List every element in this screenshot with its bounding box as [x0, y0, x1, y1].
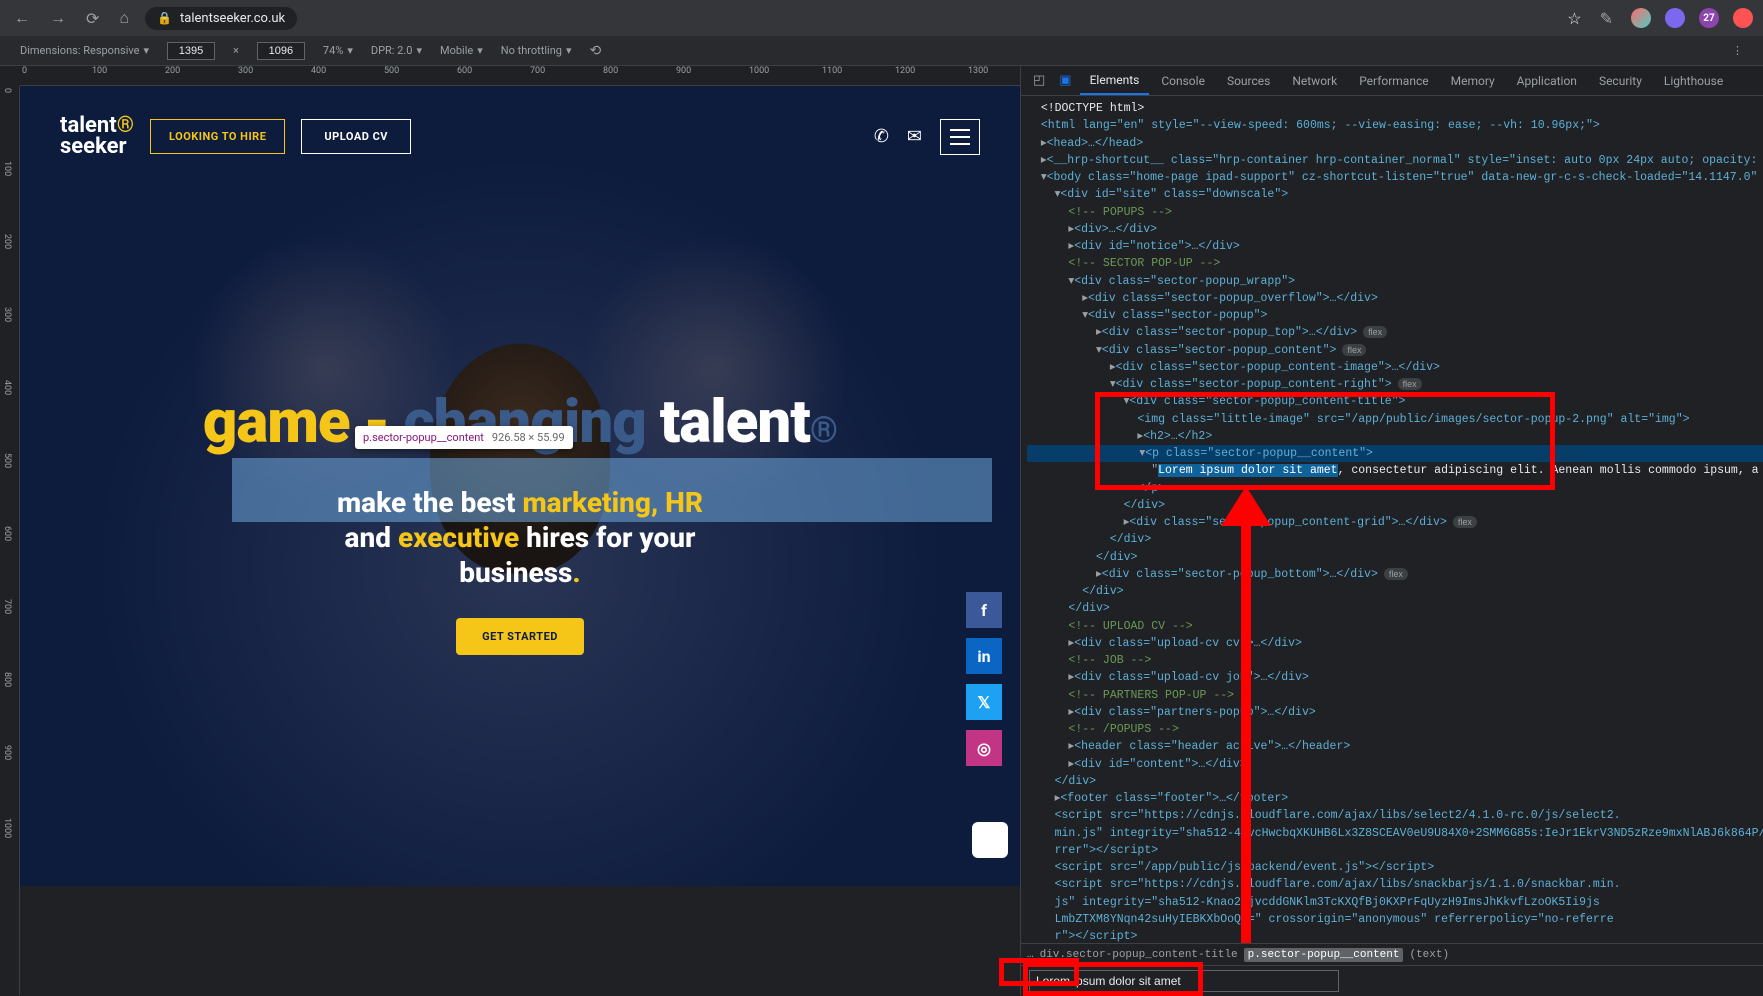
- eyedropper-icon[interactable]: ✎: [1596, 5, 1617, 32]
- facebook-icon[interactable]: f: [966, 592, 1002, 628]
- extension-icon-3[interactable]: [1733, 8, 1753, 28]
- device-frame[interactable]: talent®seeker LOOKING TO HIRE UPLOAD CV …: [20, 86, 1020, 886]
- elements-breadcrumb[interactable]: … div.sector-popup_content-title p.secto…: [1021, 943, 1763, 965]
- throttle-dropdown[interactable]: No throttling ▾: [501, 44, 572, 57]
- browser-toolbar: ← → ⟳ ⌂ 🔒 talentseeker.co.uk ☆ ✎ 27: [0, 0, 1763, 36]
- devtools-tabs: ◰ ▣ Elements Console Sources Network Per…: [1021, 66, 1763, 96]
- linkedin-icon[interactable]: in: [966, 638, 1002, 674]
- tab-lighthouse[interactable]: Lighthouse: [1654, 68, 1733, 94]
- tab-console[interactable]: Console: [1151, 68, 1215, 94]
- forward-button[interactable]: →: [46, 4, 70, 32]
- extension-icon-2[interactable]: [1665, 8, 1685, 28]
- tab-network[interactable]: Network: [1282, 68, 1347, 94]
- url-text: talentseeker.co.uk: [180, 11, 285, 26]
- phone-icon[interactable]: ✆: [874, 126, 889, 147]
- menu-button[interactable]: [940, 119, 980, 155]
- upload-cv-button[interactable]: UPLOAD CV: [301, 119, 411, 154]
- elements-tree[interactable]: <!DOCTYPE html> <html lang="en" style="-…: [1021, 96, 1763, 943]
- looking-to-hire-button[interactable]: LOOKING TO HIRE: [150, 119, 285, 154]
- tab-elements[interactable]: Elements: [1080, 67, 1150, 95]
- rotate-icon[interactable]: ⟲: [589, 43, 601, 59]
- device-type-dropdown[interactable]: Mobile ▾: [440, 44, 483, 57]
- instagram-icon[interactable]: ◎: [966, 730, 1002, 766]
- inspect-element-icon[interactable]: ◰: [1027, 69, 1051, 92]
- site-nav: talent®seeker LOOKING TO HIRE UPLOAD CV …: [60, 116, 980, 158]
- ruler-vertical: 01002003004005006007008009001000: [0, 86, 20, 995]
- profile-avatar[interactable]: 27: [1699, 8, 1719, 28]
- height-input[interactable]: [257, 42, 305, 60]
- get-started-button[interactable]: GET STARTED: [456, 618, 584, 655]
- width-input[interactable]: [167, 42, 215, 60]
- chat-widget[interactable]: [972, 822, 1008, 858]
- preview-pane: 0100200300400500600700800900100011001200…: [0, 66, 1020, 995]
- device-toggle-icon[interactable]: ▣: [1053, 69, 1077, 92]
- tab-application[interactable]: Application: [1507, 68, 1587, 94]
- device-more-icon[interactable]: ⋮: [1732, 44, 1743, 57]
- ruler-horizontal: 0100200300400500600700800900100011001200…: [20, 66, 1020, 86]
- extension-icon-1[interactable]: [1631, 8, 1651, 28]
- home-button[interactable]: ⌂: [115, 4, 133, 32]
- dimension-separator: ×: [233, 44, 239, 57]
- devtools-panel: ◰ ▣ Elements Console Sources Network Per…: [1020, 66, 1763, 995]
- zoom-dropdown[interactable]: 74% ▾: [323, 44, 353, 57]
- lock-icon: 🔒: [157, 11, 172, 25]
- social-links: f in 𝕏 ◎: [966, 592, 1002, 766]
- device-toolbar: Dimensions: Responsive ▾ × 74% ▾ DPR: 2.…: [0, 36, 1763, 66]
- address-bar[interactable]: 🔒 talentseeker.co.uk: [145, 7, 297, 30]
- search-input[interactable]: [1029, 970, 1339, 992]
- twitter-icon[interactable]: 𝕏: [966, 684, 1002, 720]
- reload-button[interactable]: ⟳: [82, 5, 103, 32]
- tab-security[interactable]: Security: [1589, 68, 1652, 94]
- tab-performance[interactable]: Performance: [1349, 68, 1438, 94]
- tab-sources[interactable]: Sources: [1217, 68, 1280, 94]
- dpr-dropdown[interactable]: DPR: 2.0 ▾: [371, 44, 422, 57]
- elements-search-bar: 1 of 12 ˄ ˅ Cancel: [1021, 965, 1763, 995]
- tab-memory[interactable]: Memory: [1441, 68, 1505, 94]
- mail-icon[interactable]: ✉: [907, 126, 922, 147]
- dimensions-dropdown[interactable]: Dimensions: Responsive ▾: [20, 44, 149, 57]
- bookmark-icon[interactable]: ☆: [1567, 9, 1581, 28]
- inspect-tooltip: p.sector-popup__content 926.58 × 55.99: [355, 426, 573, 449]
- logo[interactable]: talent®seeker: [60, 116, 134, 158]
- back-button[interactable]: ←: [10, 4, 34, 32]
